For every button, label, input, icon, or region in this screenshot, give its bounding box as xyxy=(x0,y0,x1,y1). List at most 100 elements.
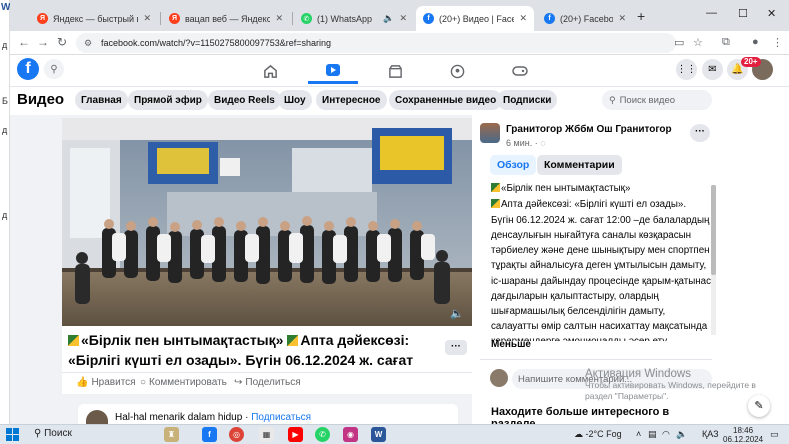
show-less-link[interactable]: Меньше xyxy=(491,339,531,350)
weather-widget[interactable]: ☁ -2°C Fog xyxy=(574,429,622,440)
facebook-header: f ⚲ ⋮⋮ ✉ 🔔 20+ xyxy=(10,55,789,87)
marketplace-icon[interactable] xyxy=(370,58,420,84)
tab-explore[interactable]: Интересное xyxy=(316,90,387,110)
language-indicator[interactable]: ҚАЗ xyxy=(702,429,719,439)
home-icon[interactable] xyxy=(245,58,295,84)
more-options-button[interactable]: ··· xyxy=(445,340,467,355)
browser-window: Я Яндекс — быстрый поиск✕ Я вацап веб — … xyxy=(10,0,789,424)
tab-live[interactable]: Прямой эфир xyxy=(128,90,208,110)
whatsapp-icon[interactable]: ✆ xyxy=(315,427,330,442)
bookmark-star-icon[interactable]: ☆ xyxy=(693,36,703,49)
author-name[interactable]: Гранитогор Жббм Ош Гранитогор xyxy=(506,124,672,135)
next-post-card: Hal-hal menarik dalam hidup · Подписатьс… xyxy=(78,404,458,424)
facebook-logo-icon[interactable]: f xyxy=(17,58,39,80)
tab-yandex-search[interactable]: Я Яндекс — быстрый поиск✕ xyxy=(30,6,158,31)
post-description: «Бірлік пен ынтымақтастық» Апта дәйексөз… xyxy=(491,183,712,341)
tray-widget-icon[interactable]: ♜ xyxy=(164,427,179,442)
close-icon[interactable]: ✕ xyxy=(143,13,151,24)
comment-button[interactable]: ○ Комментировать xyxy=(140,377,227,388)
wifi-icon[interactable]: ◠ xyxy=(662,429,670,440)
close-icon[interactable]: ✕ xyxy=(618,13,626,24)
reload-button[interactable]: ↻ xyxy=(57,35,67,49)
desktop-letter: д xyxy=(2,125,8,135)
new-tab-button[interactable]: + xyxy=(637,8,645,24)
thumbs-up-icon: 👍 xyxy=(76,377,89,388)
avatar xyxy=(490,369,508,387)
tab-yandex-whatsapp-search[interactable]: Я вацап веб — Яндекс: нашл✕ xyxy=(162,6,290,31)
subscribe-link[interactable]: Подписаться xyxy=(251,412,311,423)
windows-activation-watermark: Активация Windows Чтобы активировать Win… xyxy=(585,368,756,401)
more-options-button[interactable]: ··· xyxy=(690,124,710,142)
share-button[interactable]: ↪ Поделиться xyxy=(234,377,301,388)
desktop-letter: д xyxy=(2,40,8,50)
tray-chevron-icon[interactable]: ˄ xyxy=(636,429,641,439)
whatsapp-icon: ✆ xyxy=(301,13,312,24)
badge-emoji-icon xyxy=(491,183,500,192)
tab-saved-videos[interactable]: Сохраненные видео xyxy=(389,90,503,110)
url-field[interactable]: ⚙ facebook.com/watch/?v=1150275800097753… xyxy=(76,33,676,53)
tab-comments[interactable]: Комментарии xyxy=(537,155,622,175)
taskbar: ⚲ Поиск ♜ f ◎ ▦ ▶ ✆ ◉ W ☁ -2°C Fog ˄ ▤ ◠… xyxy=(0,424,789,444)
post-actions: 👍 Нравится ○ Комментировать ↪ Поделиться xyxy=(62,372,472,394)
word-icon[interactable]: W xyxy=(371,427,386,442)
share-icon: ↪ xyxy=(234,377,243,388)
search-icon[interactable]: ⚲ xyxy=(44,59,64,79)
volume-icon[interactable]: 🔈 xyxy=(450,307,464,320)
page-name[interactable]: Hal-hal menarik dalam hidup xyxy=(115,412,242,423)
menu-grid-icon[interactable]: ⋮⋮ xyxy=(676,59,697,80)
desktop-strip: W д Б д д xyxy=(0,0,10,424)
video-nav-icon[interactable] xyxy=(308,58,358,84)
forward-button[interactable]: → xyxy=(37,35,49,49)
youtube-icon[interactable]: ▶ xyxy=(288,427,303,442)
groups-icon[interactable] xyxy=(432,58,482,84)
tab-whatsapp[interactable]: ✆ (1) WhatsApp 🔈 ✕ xyxy=(294,6,414,31)
files-icon[interactable]: ▦ xyxy=(259,427,274,442)
extensions-icon[interactable]: ⧉ xyxy=(722,36,730,49)
facebook-app-icon[interactable]: f xyxy=(202,427,217,442)
chrome-icon[interactable]: ◎ xyxy=(229,427,244,442)
profile-icon[interactable]: ● xyxy=(752,36,759,48)
instagram-icon[interactable]: ◉ xyxy=(343,427,358,442)
cast-icon[interactable]: ▭ xyxy=(674,36,684,49)
clock[interactable]: 18:46 06.12.2024 xyxy=(723,426,763,444)
windows-start-icon[interactable] xyxy=(6,428,19,441)
minimize-button[interactable]: — xyxy=(706,7,717,19)
tab-home[interactable]: Главная xyxy=(75,90,128,110)
video-caption: «Бірлік пен ынтымақтастық» Апта дәйексөз… xyxy=(62,326,472,388)
messenger-icon[interactable]: ✉ xyxy=(702,59,723,80)
close-window-button[interactable]: ✕ xyxy=(767,7,776,20)
tab-shows[interactable]: Шоу xyxy=(278,90,312,110)
tab-facebook[interactable]: f (20+) Facebook✕ xyxy=(537,6,633,31)
like-button[interactable]: 👍 Нравится xyxy=(76,377,136,388)
tab-reels[interactable]: Видео Reels xyxy=(208,90,281,110)
video-search-input[interactable]: ⚲ Поиск видео xyxy=(602,90,712,110)
network-icon[interactable]: ▤ xyxy=(648,429,657,440)
notifications-icon[interactable]: ▭ xyxy=(770,429,779,440)
video-player[interactable]: 🔈 xyxy=(62,118,472,326)
author-avatar[interactable] xyxy=(480,123,500,143)
close-icon[interactable]: ✕ xyxy=(275,13,283,24)
search-icon: ⚲ xyxy=(609,94,616,105)
comment-icon: ○ xyxy=(140,377,147,388)
gaming-icon[interactable] xyxy=(495,58,545,84)
globe-icon: ◌ xyxy=(540,138,546,148)
close-icon[interactable]: ✕ xyxy=(519,13,527,24)
taskbar-search[interactable]: ⚲ Поиск xyxy=(34,428,72,439)
facebook-icon: f xyxy=(423,13,434,24)
edit-icon[interactable]: ✎ xyxy=(748,395,770,417)
maximize-button[interactable]: ☐ xyxy=(738,7,748,20)
tab-facebook-video[interactable]: f (20+) Видео | Facebook✕ xyxy=(416,6,534,31)
close-icon[interactable]: ✕ xyxy=(399,13,407,24)
cloud-icon: ☁ xyxy=(574,429,583,439)
volume-icon[interactable]: 🔈 xyxy=(676,429,687,440)
back-button[interactable]: ← xyxy=(18,35,30,49)
browser-menu-icon[interactable]: ⋮ xyxy=(772,36,783,49)
tab-subscriptions[interactable]: Подписки xyxy=(497,90,558,110)
address-bar: ← → ↻ ⚙ facebook.com/watch/?v=1150275800… xyxy=(10,31,789,55)
screen: W д Б д д Я Яндекс — быстрый поиск✕ Я ва… xyxy=(0,0,789,444)
speaker-icon: 🔈 xyxy=(383,13,395,23)
divider xyxy=(480,359,712,360)
site-info-icon[interactable]: ⚙ xyxy=(84,38,94,49)
description-scrollbar[interactable] xyxy=(711,185,716,335)
tab-overview[interactable]: Обзор xyxy=(490,155,537,175)
